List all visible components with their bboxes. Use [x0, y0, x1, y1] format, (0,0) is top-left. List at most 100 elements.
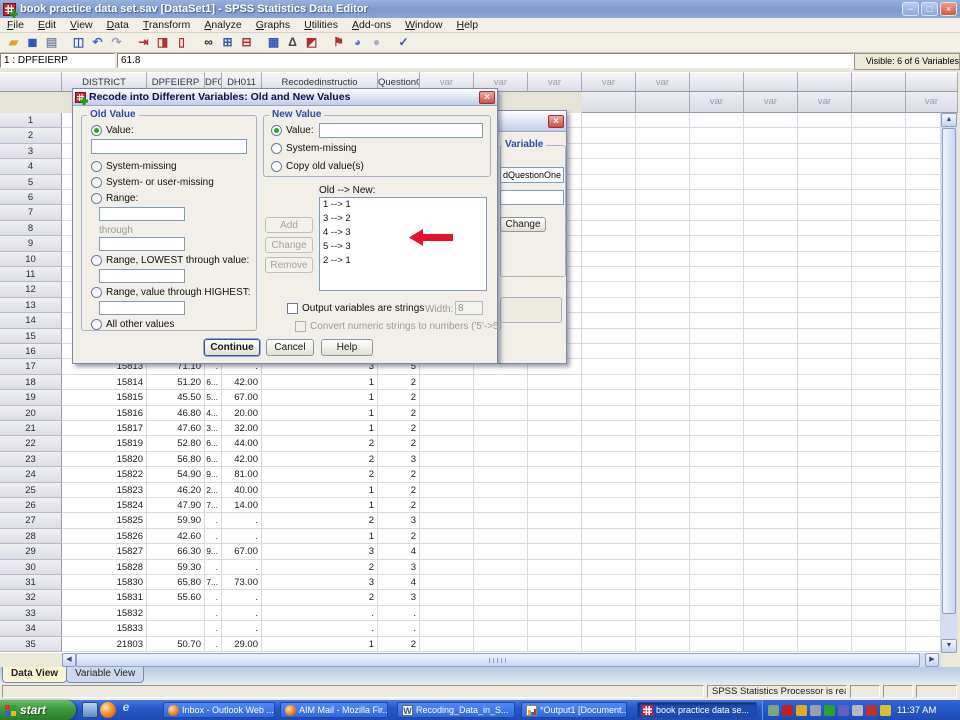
row-number[interactable]: 1	[0, 113, 62, 128]
data-cell[interactable]: .	[222, 621, 262, 636]
data-cell[interactable]	[852, 144, 906, 159]
row-number[interactable]: 29	[0, 544, 62, 559]
data-cell[interactable]	[528, 421, 582, 436]
data-cell[interactable]	[528, 467, 582, 482]
data-cell[interactable]	[474, 498, 528, 513]
data-cell[interactable]	[636, 252, 690, 267]
data-cell[interactable]: .	[205, 529, 222, 544]
taskbar-button[interactable]: book practice data se...	[637, 702, 757, 718]
data-cell[interactable]	[636, 298, 690, 313]
data-cell[interactable]	[420, 483, 474, 498]
data-cell[interactable]: 2	[262, 513, 378, 528]
row-number[interactable]: 4	[0, 159, 62, 174]
data-cell[interactable]	[636, 467, 690, 482]
data-cell[interactable]	[906, 483, 941, 498]
data-cell[interactable]: 42.60	[147, 529, 205, 544]
data-cell[interactable]	[852, 113, 906, 128]
row-number[interactable]: 20	[0, 406, 62, 421]
column-header-var[interactable]	[636, 92, 690, 113]
data-cell[interactable]	[906, 298, 941, 313]
change-button[interactable]: Change	[265, 237, 313, 253]
data-cell[interactable]	[852, 513, 906, 528]
column-header-var[interactable]	[906, 72, 958, 92]
data-cell[interactable]	[636, 375, 690, 390]
security-shield-icon[interactable]	[880, 705, 891, 716]
data-cell[interactable]	[690, 298, 744, 313]
column-header-var[interactable]	[744, 72, 798, 92]
data-cell[interactable]	[528, 575, 582, 590]
data-cell[interactable]: 3...	[205, 421, 222, 436]
data-cell[interactable]	[474, 375, 528, 390]
data-cell[interactable]	[690, 159, 744, 174]
old-new-mapping-list[interactable]: 1 --> 13 --> 24 --> 35 --> 32 --> 1	[319, 197, 487, 291]
data-cell[interactable]	[690, 436, 744, 451]
data-cell[interactable]	[582, 375, 636, 390]
data-cell[interactable]	[744, 436, 798, 451]
row-number[interactable]: 6	[0, 190, 62, 205]
data-cell[interactable]	[528, 637, 582, 652]
data-cell[interactable]	[582, 406, 636, 421]
data-cell[interactable]	[582, 390, 636, 405]
data-cell[interactable]: 2	[262, 560, 378, 575]
show-all-variables-icon[interactable]: ●	[367, 34, 386, 51]
data-cell[interactable]	[636, 590, 690, 605]
data-cell[interactable]: 7...	[205, 498, 222, 513]
data-cell[interactable]: 40.00	[222, 483, 262, 498]
data-cell[interactable]: 15817	[62, 421, 147, 436]
data-cell[interactable]: .	[205, 637, 222, 652]
data-cell[interactable]	[582, 267, 636, 282]
split-file-icon[interactable]: ▦	[264, 34, 283, 51]
data-cell[interactable]	[636, 421, 690, 436]
data-cell[interactable]	[906, 190, 941, 205]
old-value-radio[interactable]	[91, 125, 102, 136]
redo-icon[interactable]: ↷	[107, 34, 126, 51]
row-number[interactable]: 18	[0, 375, 62, 390]
data-cell[interactable]	[690, 267, 744, 282]
data-cell[interactable]	[906, 128, 941, 143]
taskbar-button[interactable]: Inbox - Outlook Web ...	[163, 702, 275, 718]
data-cell[interactable]: 9...	[205, 467, 222, 482]
data-cell[interactable]	[744, 329, 798, 344]
firefox-icon[interactable]	[100, 702, 116, 718]
range-highest-input[interactable]	[99, 301, 185, 315]
data-cell[interactable]	[852, 436, 906, 451]
data-cell[interactable]	[636, 452, 690, 467]
weight-cases-icon[interactable]: Δ	[283, 34, 302, 51]
data-cell[interactable]: 2	[378, 375, 420, 390]
data-cell[interactable]	[636, 236, 690, 251]
data-cell[interactable]: 15820	[62, 452, 147, 467]
data-cell[interactable]	[636, 282, 690, 297]
data-cell[interactable]	[636, 159, 690, 174]
scroll-left-button[interactable]: ◀	[62, 653, 76, 667]
maximize-button[interactable]: □	[921, 2, 938, 16]
menu-file[interactable]: File	[0, 19, 31, 31]
data-cell[interactable]	[852, 498, 906, 513]
data-cell[interactable]	[798, 621, 852, 636]
data-cell[interactable]	[906, 544, 941, 559]
old-value-input[interactable]	[91, 139, 247, 154]
taskbar-button[interactable]: *Output1 [Document...	[521, 702, 627, 718]
data-cell[interactable]	[474, 544, 528, 559]
data-cell[interactable]	[744, 483, 798, 498]
data-cell[interactable]	[690, 205, 744, 220]
data-cell[interactable]	[528, 544, 582, 559]
data-cell[interactable]: 2	[262, 590, 378, 605]
data-cell[interactable]	[636, 267, 690, 282]
data-cell[interactable]	[798, 128, 852, 143]
dialog-close-icon[interactable]: ×	[479, 91, 495, 104]
data-cell[interactable]	[906, 175, 941, 190]
data-cell[interactable]	[798, 498, 852, 513]
old-system-user-missing-radio[interactable]	[91, 177, 102, 188]
data-cell[interactable]	[906, 590, 941, 605]
data-cell[interactable]	[474, 606, 528, 621]
data-cell[interactable]	[582, 606, 636, 621]
column-header-var[interactable]	[852, 72, 906, 92]
data-cell[interactable]	[474, 483, 528, 498]
menu-edit[interactable]: Edit	[31, 19, 63, 31]
data-cell[interactable]	[798, 375, 852, 390]
data-cell[interactable]	[474, 575, 528, 590]
data-cell[interactable]	[528, 621, 582, 636]
data-cell[interactable]	[852, 375, 906, 390]
data-cell[interactable]: 81.00	[222, 467, 262, 482]
data-cell[interactable]	[906, 252, 941, 267]
